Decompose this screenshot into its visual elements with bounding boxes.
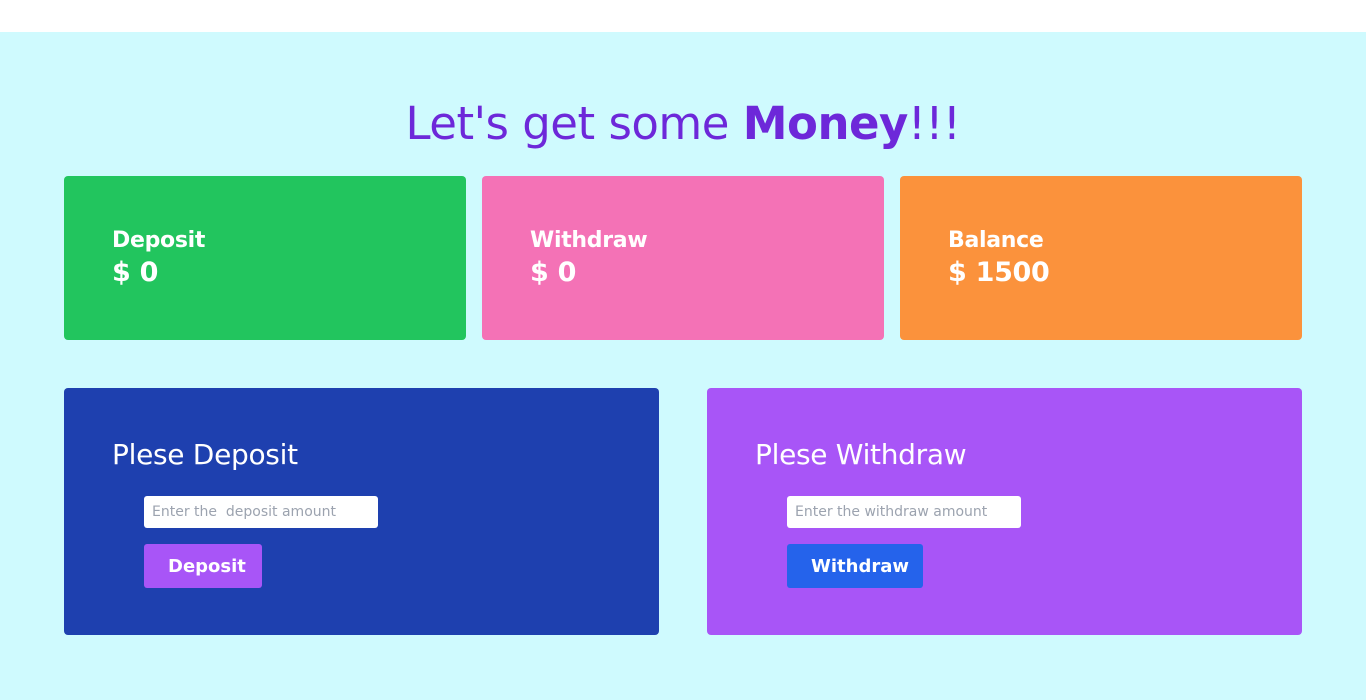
balance-summary-card: Balance $ 1500 (900, 176, 1302, 340)
deposit-amount-input[interactable] (144, 496, 378, 528)
deposit-panel: Plese Deposit Deposit (64, 388, 659, 635)
title-suffix: !!! (907, 97, 961, 150)
withdraw-panel: Plese Withdraw Withdraw (707, 388, 1302, 635)
top-bar (0, 0, 1366, 32)
deposit-summary-label: Deposit (112, 228, 206, 253)
withdraw-summary-value: $ 0 (530, 257, 577, 288)
balance-summary-value: $ 1500 (948, 257, 1050, 288)
withdraw-panel-title: Plese Withdraw (755, 438, 967, 471)
withdraw-button[interactable]: Withdraw (787, 544, 923, 588)
withdraw-summary-card: Withdraw $ 0 (482, 176, 884, 340)
withdraw-amount-input[interactable] (787, 496, 1021, 528)
withdraw-summary-label: Withdraw (530, 228, 648, 253)
page-title: Let's get some Money!!! (0, 96, 1366, 152)
deposit-panel-title: Plese Deposit (112, 438, 298, 471)
deposit-summary-value: $ 0 (112, 257, 159, 288)
deposit-summary-card: Deposit $ 0 (64, 176, 466, 340)
title-emphasis: Money (742, 97, 909, 150)
title-prefix: Let's get some (405, 97, 743, 150)
balance-summary-label: Balance (948, 228, 1044, 253)
deposit-button[interactable]: Deposit (144, 544, 262, 588)
bank-page: Let's get some Money!!! Deposit $ 0 With… (0, 32, 1366, 700)
